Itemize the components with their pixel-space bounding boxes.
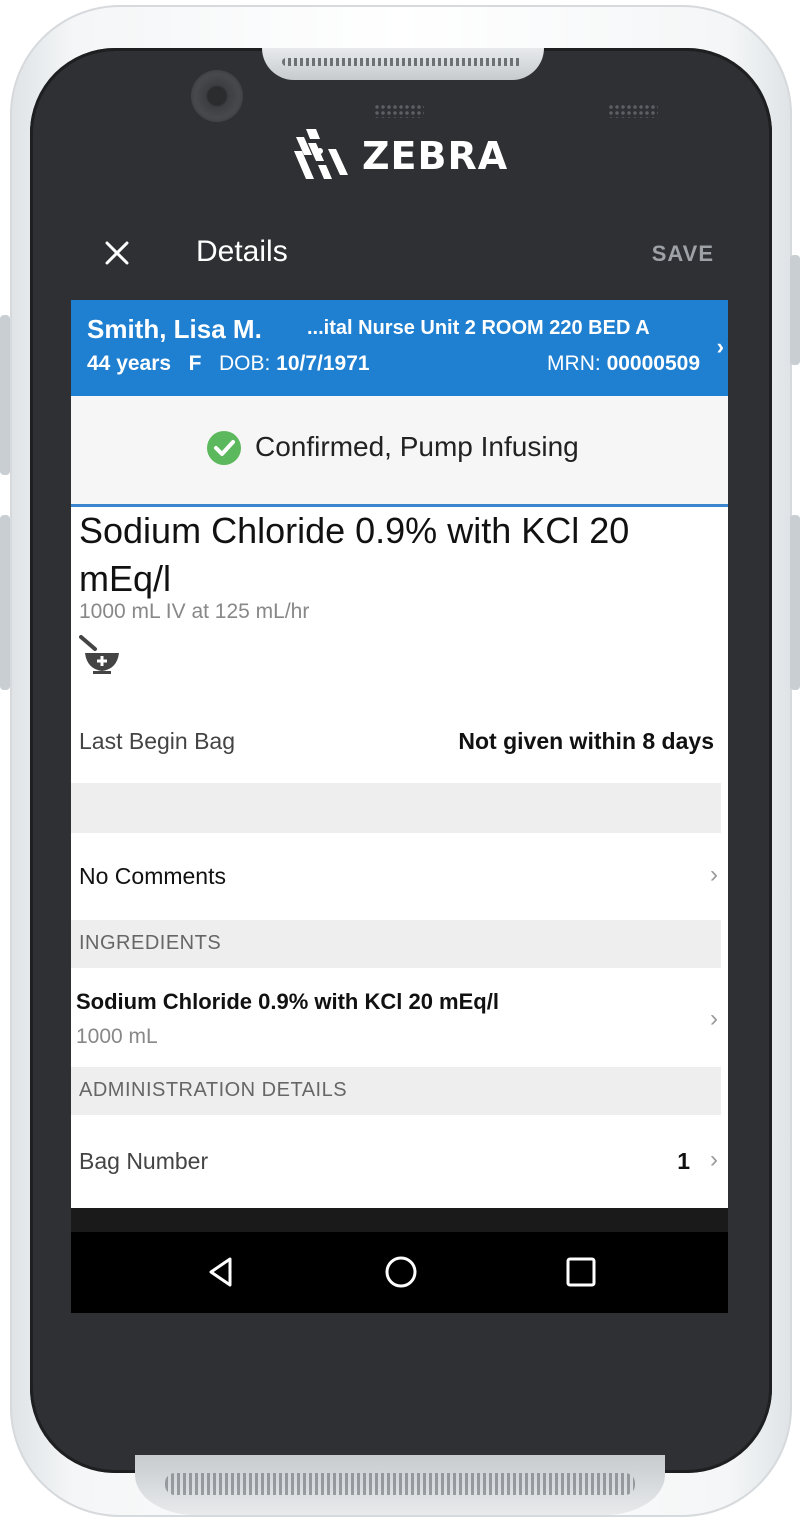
administration-details-header: ADMINISTRATION DETAILS (71, 1067, 721, 1115)
medication-dose: 1000 mL IV at 125 mL/hr (79, 600, 310, 623)
spacer-band (71, 783, 721, 833)
close-icon[interactable] (101, 237, 133, 269)
side-button-right-lower (790, 515, 800, 690)
side-button-left-lower (0, 515, 10, 690)
back-icon[interactable] (203, 1254, 239, 1290)
earpiece (262, 48, 544, 80)
bag-number-value: 1 (677, 1148, 690, 1174)
side-button-left-upper (0, 315, 10, 475)
sensor-left (374, 104, 424, 118)
dob-label: DOB: (218, 352, 271, 375)
ingredient-item[interactable]: Sodium Chloride 0.9% with KCl 20 mEq/l 1… (71, 977, 728, 1057)
save-button[interactable]: SAVE (652, 241, 714, 267)
mrn-label: MRN: (547, 352, 601, 375)
status-bar: Confirmed, Pump Infusing (71, 396, 728, 507)
home-icon[interactable] (383, 1254, 419, 1290)
bag-number-label: Bag Number (79, 1148, 209, 1174)
app-bar: Details SAVE (71, 207, 728, 300)
page-title: Details (196, 235, 288, 268)
last-begin-bag-value: Not given within 8 days (458, 728, 714, 754)
patient-name: Smith, Lisa M. (87, 314, 262, 344)
chevron-right-icon: › (716, 334, 724, 359)
bag-number-row[interactable]: Bag Number 1 › (71, 1132, 728, 1194)
screen-bottom-edge (71, 1208, 728, 1232)
mortar-pestle-add-icon (79, 635, 119, 674)
last-begin-bag-label: Last Begin Bag (79, 728, 236, 754)
patient-mrn: MRN: 00000509 (547, 352, 700, 376)
check-circle-icon (207, 431, 241, 465)
mrn-value: 00000509 (606, 352, 700, 375)
recents-icon[interactable] (563, 1254, 599, 1290)
patient-sex: F (188, 352, 202, 375)
android-nav-bar (71, 1232, 728, 1313)
brand-logo: ZEBRA (290, 126, 508, 186)
side-button-right-upper (790, 255, 800, 365)
status-text: Confirmed, Pump Infusing (255, 431, 579, 462)
patient-demographics: 44 years F DOB: 10/7/1971 (87, 352, 370, 376)
app-screen: Details SAVE Smith, Lisa M. ...ital Nurs… (71, 207, 728, 1313)
comments-row[interactable]: No Comments › (71, 847, 728, 909)
comments-label: No Comments (79, 863, 226, 889)
chevron-right-icon: › (710, 861, 718, 888)
last-begin-bag-row: Last Begin Bag Not given within 8 days (71, 712, 728, 772)
ingredient-amount: 1000 mL (76, 1025, 158, 1048)
patient-banner[interactable]: Smith, Lisa M. ...ital Nurse Unit 2 ROOM… (71, 300, 728, 396)
medication-name: Sodium Chloride 0.9% with KCl 20 mEq/l (79, 510, 630, 599)
brand-wordmark: ZEBRA (362, 134, 509, 178)
sensor-right (608, 104, 658, 118)
bottom-speaker (135, 1455, 665, 1515)
ingredient-name: Sodium Chloride 0.9% with KCl 20 mEq/l (76, 989, 499, 1014)
ingredients-header: INGREDIENTS (71, 920, 721, 968)
zebra-head-icon (294, 129, 348, 179)
front-camera (191, 70, 243, 122)
patient-dob: 10/7/1971 (276, 352, 370, 375)
chevron-right-icon: › (710, 1005, 718, 1032)
patient-age: 44 years (87, 352, 172, 375)
chevron-right-icon: › (710, 1146, 718, 1173)
patient-location: ...ital Nurse Unit 2 ROOM 220 BED A (307, 317, 650, 339)
